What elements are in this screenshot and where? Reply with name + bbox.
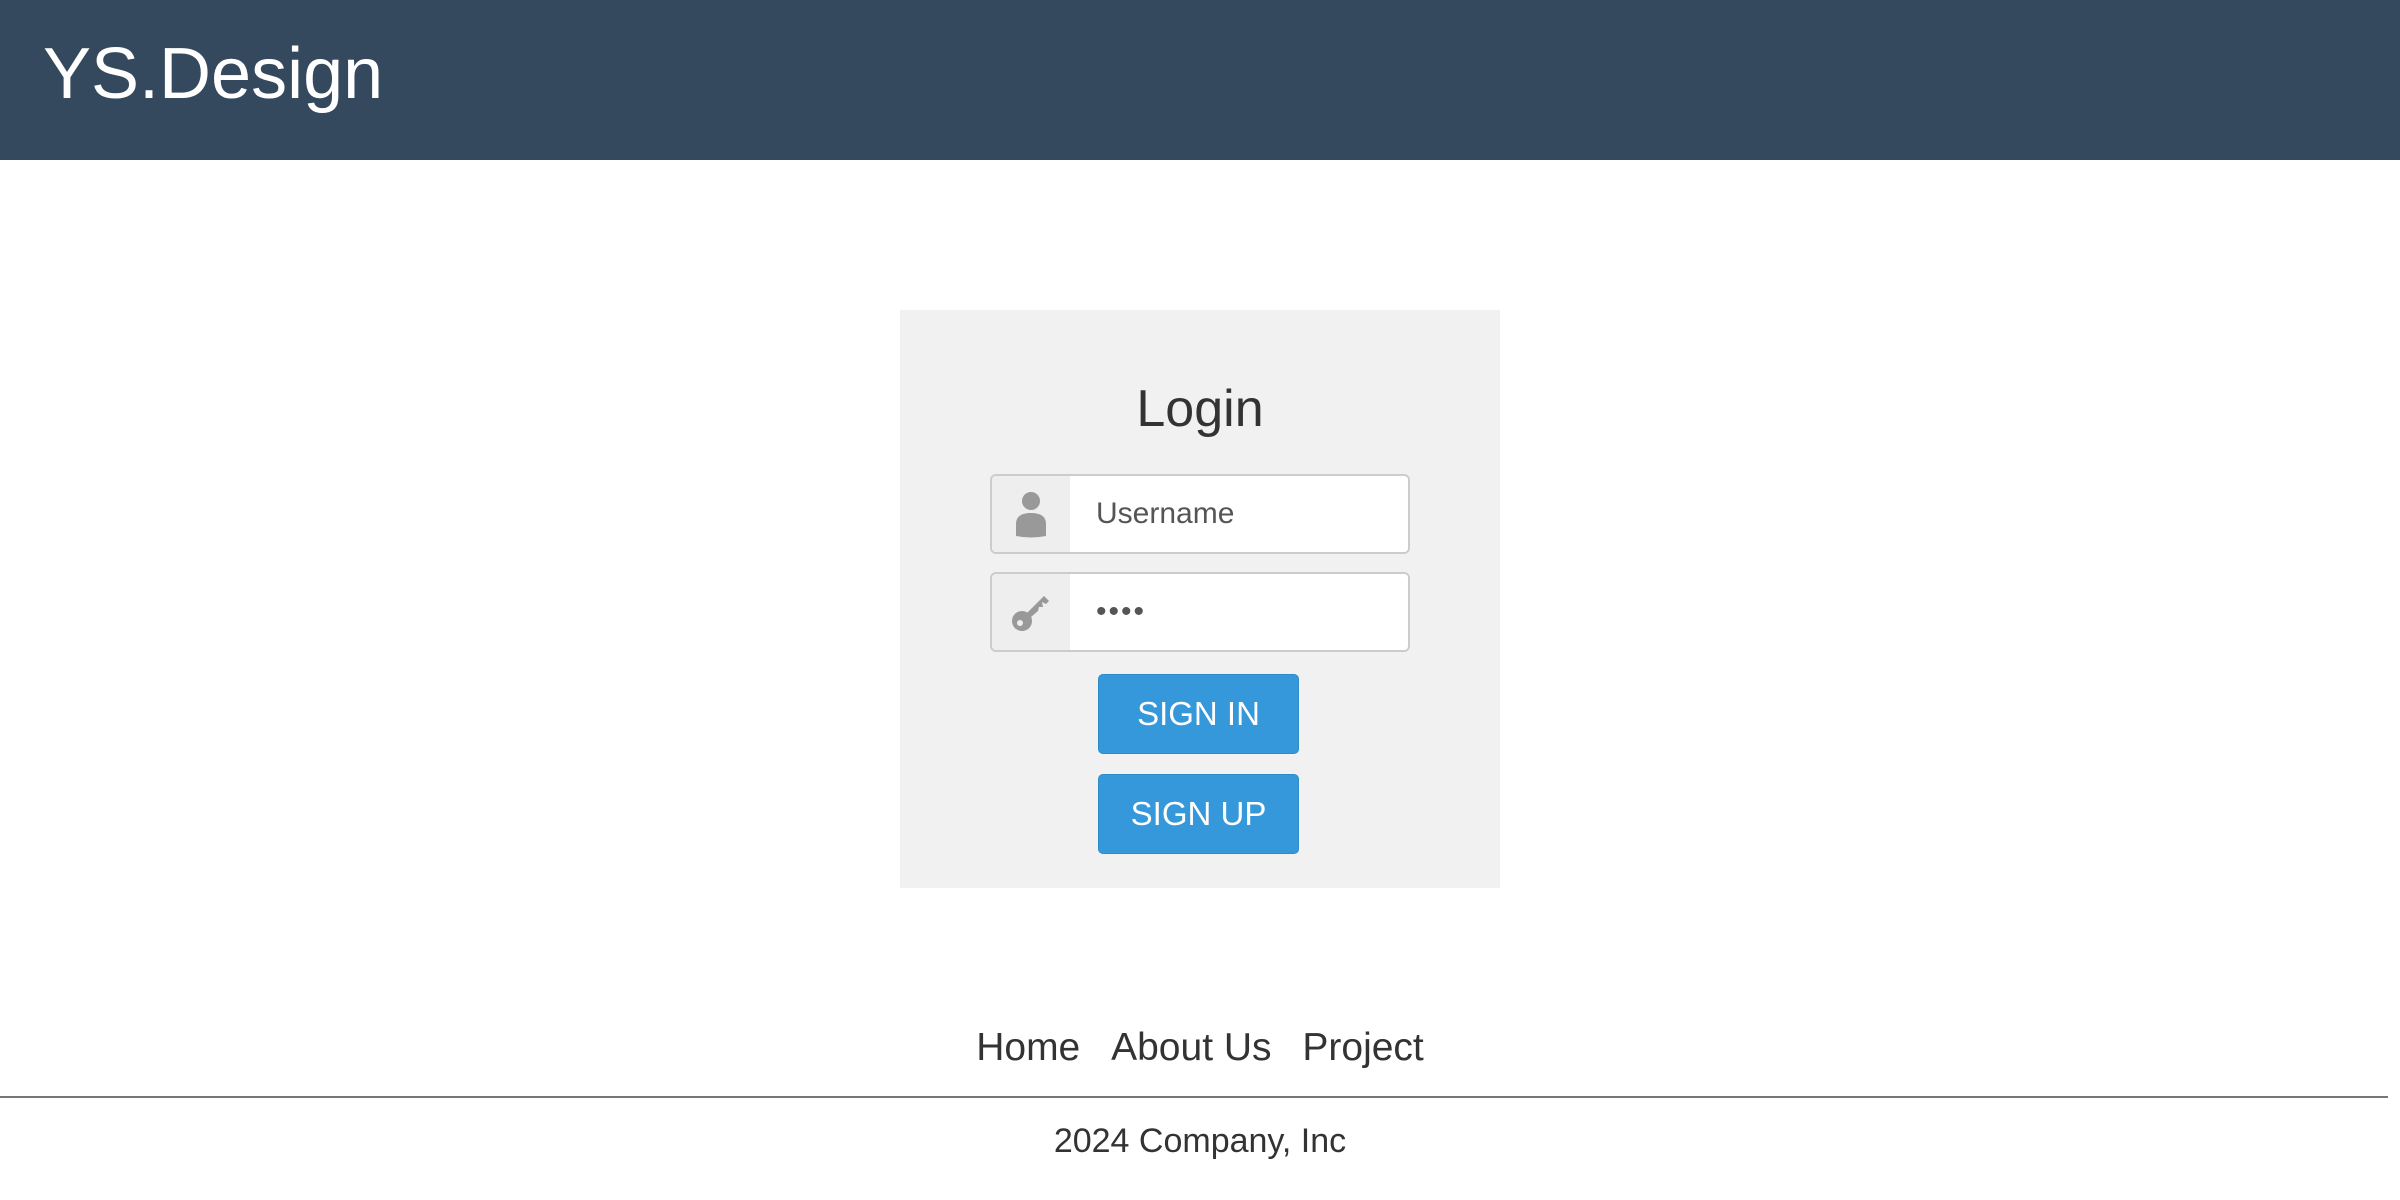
username-input[interactable] [1070, 476, 1408, 552]
top-navbar: YS.Design [0, 0, 2400, 160]
footer-link-project[interactable]: Project [1302, 1026, 1423, 1069]
login-title: Login [1136, 380, 1264, 438]
password-input-group [990, 572, 1410, 652]
copyright-text: 2024 Company, Inc [1053, 1122, 1347, 1160]
login-panel: Login SIGN IN SIGN UP [900, 310, 1500, 888]
username-addon [992, 476, 1070, 552]
key-icon [1012, 596, 1049, 631]
footer-divider [0, 1096, 2388, 1098]
user-icon [1016, 492, 1046, 538]
username-input-group [990, 474, 1410, 554]
sign-in-button[interactable]: SIGN IN [1098, 674, 1299, 754]
footer-link-about-us[interactable]: About Us [1111, 1026, 1271, 1069]
password-addon [992, 574, 1070, 650]
password-input[interactable] [1070, 574, 1408, 650]
footer-nav: Home About Us Project [0, 1020, 2400, 1076]
sign-up-button[interactable]: SIGN UP [1098, 774, 1299, 854]
footer-link-home[interactable]: Home [976, 1026, 1080, 1069]
brand-logo-text[interactable]: YS.Design [43, 28, 383, 120]
